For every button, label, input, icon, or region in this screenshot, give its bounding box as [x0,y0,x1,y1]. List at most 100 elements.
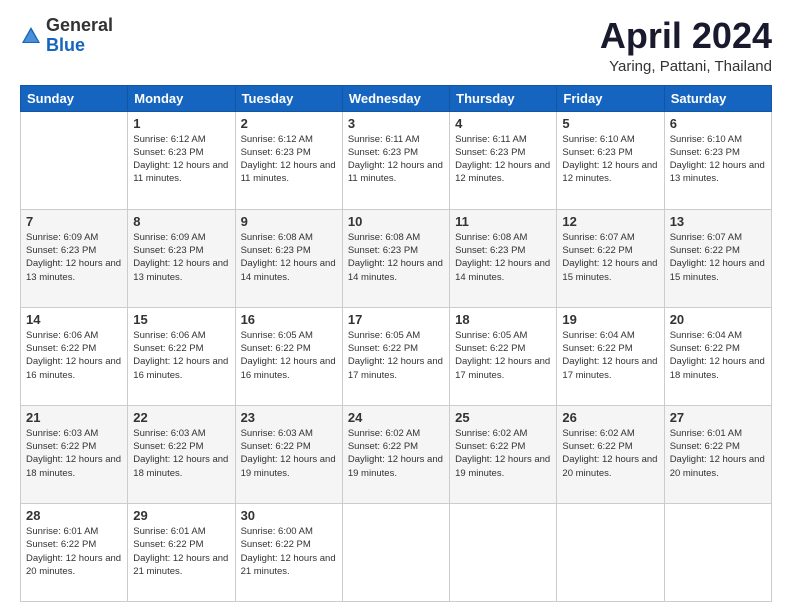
calendar-cell [557,503,664,601]
day-number: 2 [241,116,337,131]
day-number: 26 [562,410,658,425]
day-info: Sunrise: 6:03 AMSunset: 6:22 PMDaylight:… [26,427,122,480]
calendar-cell [21,111,128,209]
weekday-header: Thursday [450,85,557,111]
day-info: Sunrise: 6:00 AMSunset: 6:22 PMDaylight:… [241,525,337,578]
day-info: Sunrise: 6:01 AMSunset: 6:22 PMDaylight:… [133,525,229,578]
day-info: Sunrise: 6:04 AMSunset: 6:22 PMDaylight:… [670,329,766,382]
day-info: Sunrise: 6:04 AMSunset: 6:22 PMDaylight:… [562,329,658,382]
weekday-header: Friday [557,85,664,111]
logo-text-blue: Blue [46,35,85,55]
day-info: Sunrise: 6:07 AMSunset: 6:22 PMDaylight:… [562,231,658,284]
calendar-cell: 12Sunrise: 6:07 AMSunset: 6:22 PMDayligh… [557,209,664,307]
calendar-cell: 16 Sunrise: 6:05 AMSunset: 6:22 PMDayligh… [235,307,342,405]
calendar-cell [450,503,557,601]
calendar-cell: 22 Sunrise: 6:03 AMSunset: 6:22 PMDayligh… [128,405,235,503]
day-info: Sunrise: 6:05 AMSunset: 6:22 PMDaylight:… [241,329,337,382]
calendar-cell: 2 Sunrise: 6:12 AMSunset: 6:23 PMDaylight… [235,111,342,209]
day-number: 11 [455,214,551,229]
day-info: Sunrise: 6:07 AMSunset: 6:22 PMDaylight:… [670,231,766,284]
logo-icon [20,25,42,47]
calendar-cell: 24 Sunrise: 6:02 AMSunset: 6:22 PMDayligh… [342,405,449,503]
logo: General Blue [20,16,113,56]
day-number: 29 [133,508,229,523]
day-info: Sunrise: 6:09 AMSunset: 6:23 PMDaylight:… [26,231,122,284]
day-info: Sunrise: 6:03 AMSunset: 6:22 PMDaylight:… [241,427,337,480]
day-number: 23 [241,410,337,425]
day-number: 10 [348,214,444,229]
calendar-cell [342,503,449,601]
calendar-cell: 27Sunrise: 6:01 AMSunset: 6:22 PMDayligh… [664,405,771,503]
day-info: Sunrise: 6:11 AMSunset: 6:23 PMDaylight:… [455,133,551,186]
day-info: Sunrise: 6:05 AMSunset: 6:22 PMDaylight:… [455,329,551,382]
day-info: Sunrise: 6:06 AMSunset: 6:22 PMDaylight:… [133,329,229,382]
calendar-cell: 23 Sunrise: 6:03 AMSunset: 6:22 PMDayligh… [235,405,342,503]
calendar-cell: 21 Sunrise: 6:03 AMSunset: 6:22 PMDayligh… [21,405,128,503]
day-info: Sunrise: 6:12 AMSunset: 6:23 PMDaylight:… [133,133,229,186]
calendar-cell: 1 Sunrise: 6:12 AMSunset: 6:23 PMDaylight… [128,111,235,209]
day-number: 14 [26,312,122,327]
header: General Blue April 2024 Yaring, Pattani,… [20,16,772,75]
day-number: 9 [241,214,337,229]
calendar-cell: 3Sunrise: 6:11 AMSunset: 6:23 PMDaylight… [342,111,449,209]
calendar-cell: 11 Sunrise: 6:08 AMSunset: 6:23 PMDayligh… [450,209,557,307]
day-number: 7 [26,214,122,229]
day-number: 30 [241,508,337,523]
day-info: Sunrise: 6:02 AMSunset: 6:22 PMDaylight:… [455,427,551,480]
weekday-header: Wednesday [342,85,449,111]
calendar-cell: 13 Sunrise: 6:07 AMSunset: 6:22 PMDayligh… [664,209,771,307]
location-title: Yaring, Pattani, Thailand [600,58,772,75]
calendar-cell: 14 Sunrise: 6:06 AMSunset: 6:22 PMDayligh… [21,307,128,405]
day-info: Sunrise: 6:08 AMSunset: 6:23 PMDaylight:… [348,231,444,284]
day-number: 24 [348,410,444,425]
calendar-cell: 15 Sunrise: 6:06 AMSunset: 6:22 PMDayligh… [128,307,235,405]
calendar-cell: 4 Sunrise: 6:11 AMSunset: 6:23 PMDaylight… [450,111,557,209]
calendar-cell: 7 Sunrise: 6:09 AMSunset: 6:23 PMDaylight… [21,209,128,307]
day-number: 28 [26,508,122,523]
calendar-cell: 5Sunrise: 6:10 AMSunset: 6:23 PMDaylight… [557,111,664,209]
day-number: 25 [455,410,551,425]
calendar-cell: 20 Sunrise: 6:04 AMSunset: 6:22 PMDayligh… [664,307,771,405]
calendar-cell: 30 Sunrise: 6:00 AMSunset: 6:22 PMDayligh… [235,503,342,601]
day-number: 1 [133,116,229,131]
day-info: Sunrise: 6:01 AMSunset: 6:22 PMDaylight:… [670,427,766,480]
day-number: 21 [26,410,122,425]
day-info: Sunrise: 6:08 AMSunset: 6:23 PMDaylight:… [241,231,337,284]
logo-text-general: General [46,15,113,35]
day-number: 16 [241,312,337,327]
day-number: 22 [133,410,229,425]
calendar-cell: 8Sunrise: 6:09 AMSunset: 6:23 PMDaylight… [128,209,235,307]
calendar-cell [664,503,771,601]
day-number: 3 [348,116,444,131]
day-info: Sunrise: 6:02 AMSunset: 6:22 PMDaylight:… [348,427,444,480]
calendar-cell: 18 Sunrise: 6:05 AMSunset: 6:22 PMDayligh… [450,307,557,405]
weekday-header: Tuesday [235,85,342,111]
calendar-cell: 19Sunrise: 6:04 AMSunset: 6:22 PMDayligh… [557,307,664,405]
calendar-table: SundayMondayTuesdayWednesdayThursdayFrid… [20,85,772,602]
day-info: Sunrise: 6:12 AMSunset: 6:23 PMDaylight:… [241,133,337,186]
day-number: 20 [670,312,766,327]
day-number: 15 [133,312,229,327]
day-info: Sunrise: 6:02 AMSunset: 6:22 PMDaylight:… [562,427,658,480]
day-info: Sunrise: 6:09 AMSunset: 6:23 PMDaylight:… [133,231,229,284]
month-title: April 2024 [600,16,772,56]
day-number: 18 [455,312,551,327]
day-info: Sunrise: 6:03 AMSunset: 6:22 PMDaylight:… [133,427,229,480]
day-info: Sunrise: 6:10 AMSunset: 6:23 PMDaylight:… [562,133,658,186]
calendar-cell: 10 Sunrise: 6:08 AMSunset: 6:23 PMDayligh… [342,209,449,307]
calendar-cell: 29 Sunrise: 6:01 AMSunset: 6:22 PMDayligh… [128,503,235,601]
day-info: Sunrise: 6:05 AMSunset: 6:22 PMDaylight:… [348,329,444,382]
calendar-cell: 28 Sunrise: 6:01 AMSunset: 6:22 PMDayligh… [21,503,128,601]
calendar-cell: 25 Sunrise: 6:02 AMSunset: 6:22 PMDayligh… [450,405,557,503]
day-info: Sunrise: 6:01 AMSunset: 6:22 PMDaylight:… [26,525,122,578]
day-info: Sunrise: 6:06 AMSunset: 6:22 PMDaylight:… [26,329,122,382]
page: General Blue April 2024 Yaring, Pattani,… [0,0,792,612]
day-number: 17 [348,312,444,327]
day-info: Sunrise: 6:08 AMSunset: 6:23 PMDaylight:… [455,231,551,284]
day-number: 13 [670,214,766,229]
day-info: Sunrise: 6:10 AMSunset: 6:23 PMDaylight:… [670,133,766,186]
weekday-header: Saturday [664,85,771,111]
calendar-cell: 6Sunrise: 6:10 AMSunset: 6:23 PMDaylight… [664,111,771,209]
day-number: 4 [455,116,551,131]
calendar-cell: 9 Sunrise: 6:08 AMSunset: 6:23 PMDaylight… [235,209,342,307]
